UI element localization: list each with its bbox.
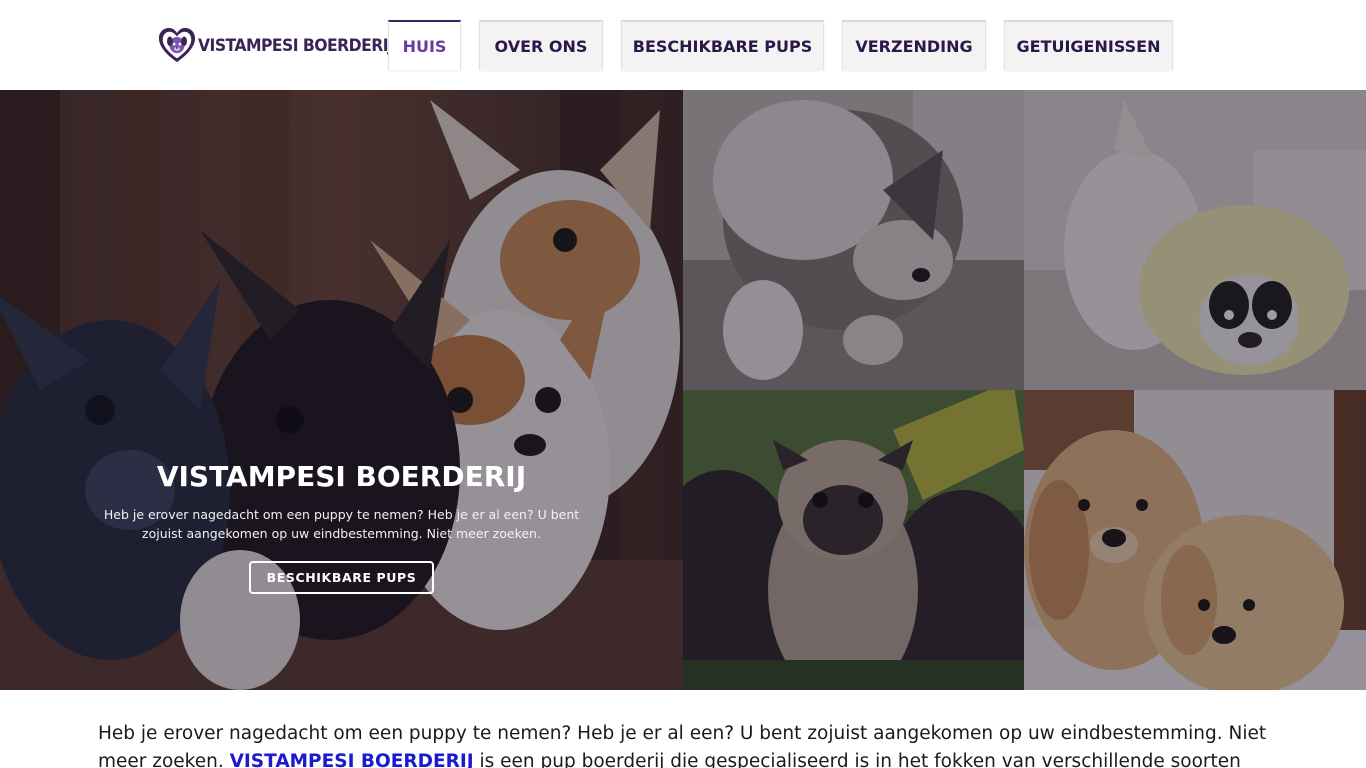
heart-dog-logo-icon (158, 27, 196, 63)
site-logo[interactable]: VISTAMPESI BOERDERIJ (158, 27, 410, 65)
hero-section: VISTAMPESI BOERDERIJ Heb je erover naged… (0, 90, 1366, 690)
nav-item-verzending[interactable]: VERZENDING (842, 20, 986, 70)
logo-text: VISTAMPESI BOERDERIJ (198, 36, 394, 56)
nav-item-getuigenissen[interactable]: GETUIGENISSEN (1004, 20, 1173, 70)
available-pups-button[interactable]: BESCHIKBARE PUPS (248, 561, 435, 594)
intro-brand-link[interactable]: VISTAMPESI BOERDERIJ (230, 751, 474, 768)
nav-item-huis[interactable]: HUIS (388, 20, 461, 70)
hero-subtitle: Heb je erover nagedacht om een puppy te … (103, 507, 580, 541)
hero-content: VISTAMPESI BOERDERIJ Heb je erover naged… (0, 460, 683, 594)
nav-item-beschikbare-pups[interactable]: BESCHIKBARE PUPS (621, 20, 824, 70)
hero-overlay (0, 90, 1366, 690)
nav-item-over-ons[interactable]: OVER ONS (479, 20, 603, 70)
site-header: VISTAMPESI BOERDERIJ HUIS OVER ONS BESCH… (0, 0, 1366, 90)
intro-paragraph: Heb je erover nagedacht om een puppy te … (98, 720, 1268, 768)
hero-title: VISTAMPESI BOERDERIJ (156, 460, 527, 493)
